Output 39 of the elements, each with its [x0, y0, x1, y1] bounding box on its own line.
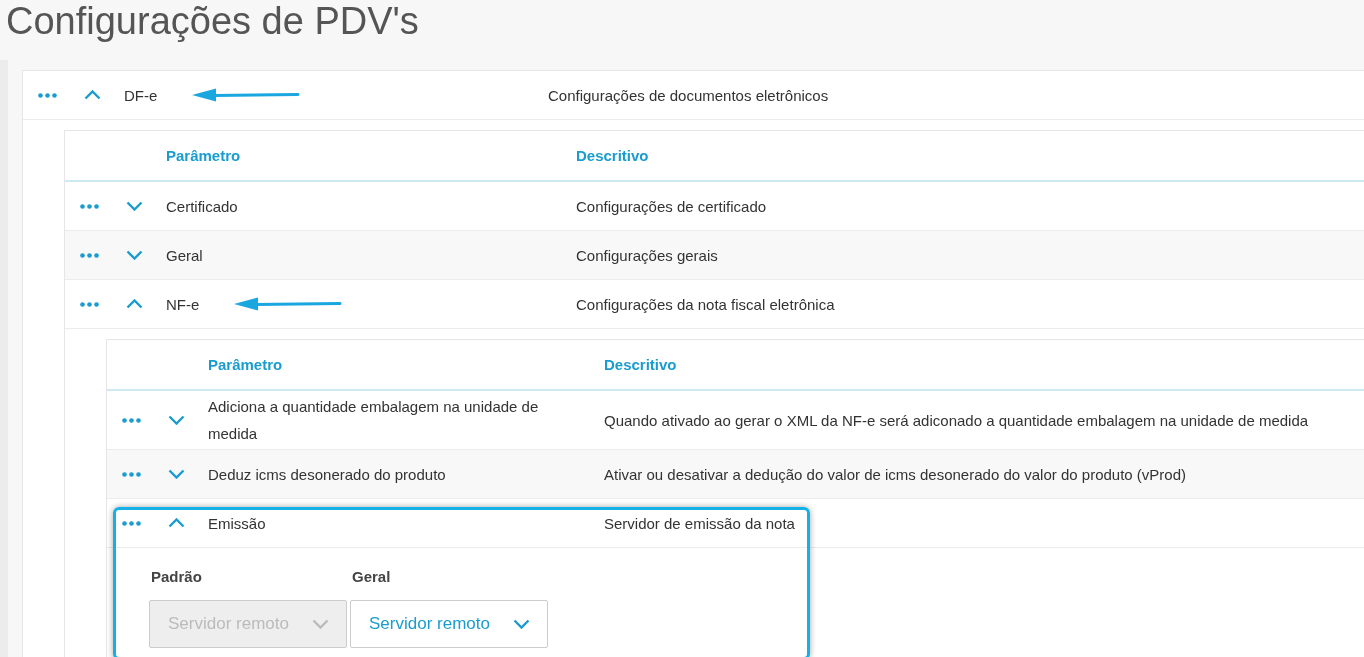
- chevron-down-icon[interactable]: [126, 250, 143, 260]
- parameter-name: Certificado: [166, 196, 238, 217]
- dropdown[interactable]: Servidor remoto: [350, 600, 548, 648]
- field-label: Geral: [351, 568, 392, 585]
- arrow-icon: [234, 297, 343, 311]
- chevron-down-icon[interactable]: [513, 619, 530, 629]
- page-title: Configurações de PDV's: [6, 0, 419, 43]
- chevron-down-icon[interactable]: [126, 201, 143, 211]
- parameter-name: DF-e: [124, 85, 158, 106]
- parameter-name: Deduz icms desonerado do produto: [208, 464, 446, 485]
- parameter-name: NF-e: [166, 294, 200, 315]
- more-icon[interactable]: [80, 203, 99, 209]
- more-icon[interactable]: [80, 301, 99, 307]
- column-header: Parâmetro: [208, 356, 284, 373]
- chevron-down-icon[interactable]: [168, 415, 185, 425]
- chevron-down-icon[interactable]: [168, 469, 185, 479]
- more-icon[interactable]: [122, 417, 141, 423]
- more-icon[interactable]: [38, 92, 57, 98]
- chevron-up-icon[interactable]: [126, 299, 143, 309]
- more-icon[interactable]: [122, 520, 141, 526]
- more-icon[interactable]: [80, 252, 99, 258]
- parameter-description: Configurações de documentos eletrônicos: [548, 86, 830, 104]
- parameter-name: Adiciona a quantidade embalagem na unidade de medida: [208, 397, 540, 444]
- column-header: Parâmetro: [166, 147, 242, 164]
- chevron-up-icon[interactable]: [168, 518, 185, 528]
- parameter-description: Ativar ou desativar a dedução do valor de icms desonerado do valor do produto (vProd): [604, 465, 1187, 483]
- parameter-name: Emissão: [208, 513, 266, 534]
- parameter-description: Servidor de emissão da nota: [604, 514, 796, 532]
- more-icon[interactable]: [122, 471, 141, 477]
- parameter-description: Configurações gerais: [576, 246, 719, 264]
- chevron-up-icon[interactable]: [84, 90, 101, 100]
- parameter-description: Configurações de certificado: [576, 197, 768, 215]
- field-label: Padrão: [150, 568, 203, 585]
- column-header: Descritivo: [604, 356, 678, 373]
- parameter-name: Geral: [166, 245, 203, 266]
- parameter-description: Quando ativado ao gerar o XML da NF-e será adiconado a quantidade embalagem na unidade de medida: [604, 411, 1310, 429]
- parameter-description: Configurações da nota fiscal eletrônica: [576, 295, 836, 313]
- arrow-icon: [192, 88, 301, 102]
- column-header: Descritivo: [576, 147, 650, 164]
